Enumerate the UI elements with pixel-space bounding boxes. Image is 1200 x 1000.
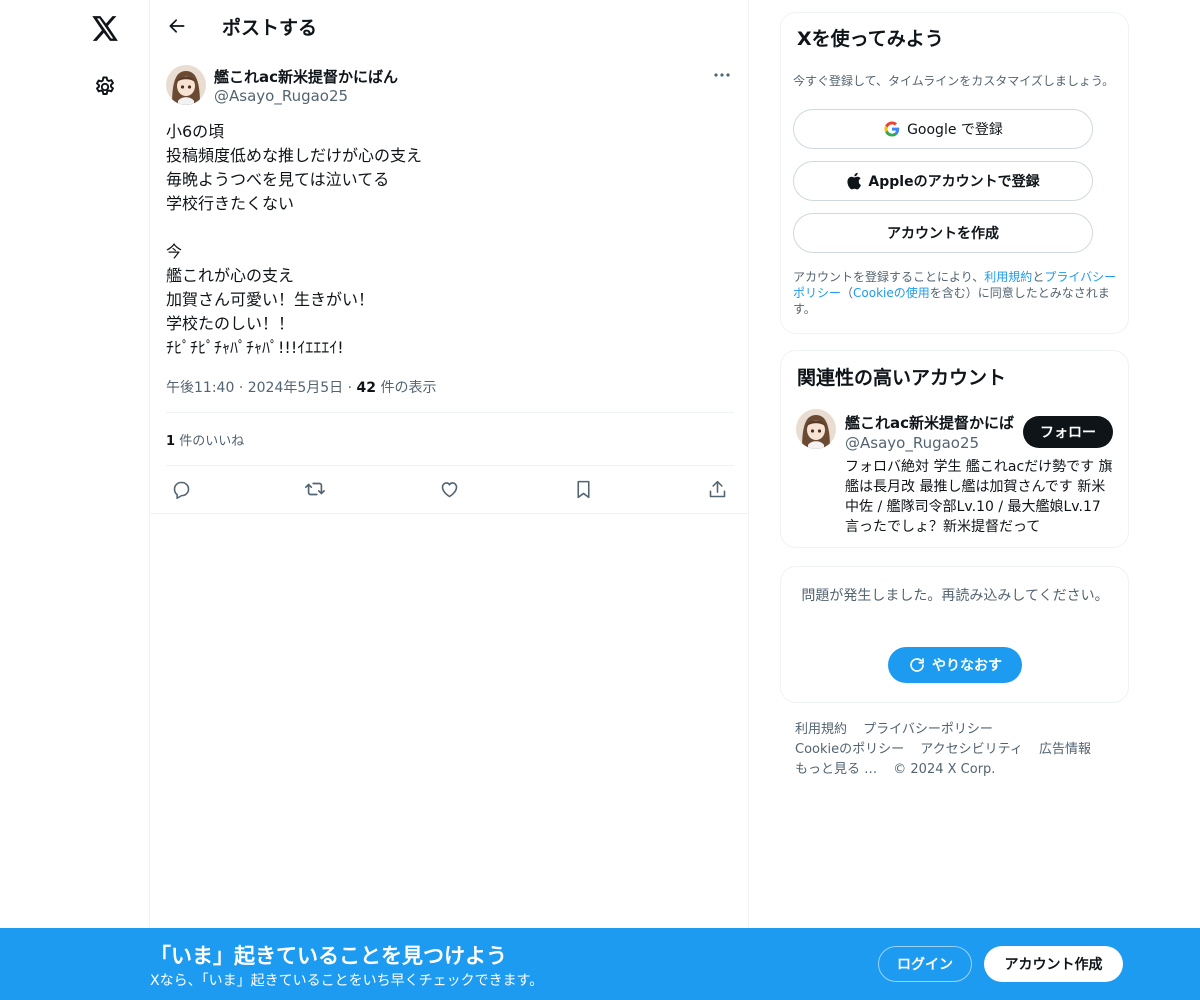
tweet-line: 小6の頃 [166,122,225,141]
follow-button[interactable]: フォロー [1023,416,1113,448]
footer-copyright: © 2024 X Corp. [893,762,996,777]
tweet-line: 学校たのしい！！ [166,314,295,333]
terms-prefix: アカウントを登録することにより、 [793,270,985,284]
gear-icon[interactable] [85,67,125,107]
footer-ads-link[interactable]: 広告情報 [1039,742,1091,757]
signup-card: Xを使ってみよう 今すぐ登録して、タイムラインをカスタマイズしましょう。 Goo… [780,12,1129,334]
cookie-link[interactable]: Cookieの使用 [853,286,930,300]
page-title: ポストする [222,17,318,39]
related-account-handle[interactable]: @Asayo_Rugao25 [845,434,979,452]
repost-icon[interactable] [300,474,330,504]
apple-icon [846,172,862,190]
avatar[interactable] [796,409,836,449]
footer-privacy-link[interactable]: プライバシーポリシー [863,722,993,737]
retry-button[interactable]: やりなおす [888,647,1022,683]
footer-links: 利用規約 プライバシーポリシー Cookieのポリシー アクセシビリティ 広告情… [795,720,1115,780]
tweet-line: 加賀さん可愛い！生きがい！ [166,290,375,309]
avatar[interactable] [166,65,206,105]
author-name[interactable]: 艦これac新米提督かにばん [214,66,398,87]
login-button[interactable]: ログイン [878,946,972,982]
tweet-text: 小6の頃 投稿頻度低めな推しだけが心の支え 毎晩ようつべを見ては泣いてる 学校行… [166,120,726,360]
x-logo-icon[interactable] [85,8,125,48]
terms-text: アカウントを登録することにより、利用規約とプライバシーポリシー（Cookieの使… [793,269,1123,317]
tweet-date[interactable]: 2024年5月5日 [248,380,343,396]
likes-count: 1 [166,434,176,449]
retry-label: やりなおす [932,658,1002,674]
heart-icon[interactable] [434,474,464,504]
terms-open: （ [841,286,854,300]
divider [166,465,734,466]
views-label: 件の表示 [380,380,437,396]
tweet-line: 学校行きたくない [166,194,295,213]
footer-cookie-link[interactable]: Cookieのポリシー [795,742,904,757]
tweet-line: ﾁﾋﾟﾁﾋﾟﾁｬﾊﾟﾁｬﾊﾟ!!!ｲｴｴｴｲ! [166,338,344,357]
tweet-line: 艦これが心の支え [166,266,295,285]
divider [150,513,749,514]
terms-and: と [1032,270,1045,284]
bookmark-icon[interactable] [568,474,598,504]
tweet-line: 毎晩ようつべを見ては泣いてる [166,170,390,189]
error-message: 問題が発生しました。再読み込みしてください。 [801,588,1109,604]
more-icon[interactable] [706,64,738,86]
apple-signup-label: Appleのアカウントで登録 [868,174,1040,190]
google-signup-button[interactable]: Google で登録 [793,109,1093,149]
page-header: ポストする [150,0,749,53]
reply-icon[interactable] [166,474,196,504]
tweet-line [166,216,726,240]
related-account-name[interactable]: 艦これac新米提督かにば [845,412,1020,433]
signup-banner: 「いま」起きていることを見つけよう Xなら、「いま」起きていることをいち早くチェ… [0,928,1200,1000]
likes-link[interactable]: 1 件のいいね [166,430,244,449]
signup-subtitle: 今すぐ登録して、タイムラインをカスタマイズしましょう。 [793,74,1115,88]
banner-subtitle: Xなら、「いま」起きていることをいち早くチェックできます。 [150,973,544,989]
signup-title: Xを使ってみよう [797,28,944,50]
divider [166,412,734,413]
author-handle[interactable]: @Asayo_Rugao25 [214,87,348,105]
footer-terms-link[interactable]: 利用規約 [795,722,847,737]
tweet-line: 投稿頻度低めな推しだけが心の支え [166,146,423,165]
terms-link[interactable]: 利用規約 [984,270,1032,284]
banner-title: 「いま」起きていることを見つけよう [150,944,507,968]
create-account-button[interactable]: アカウントを作成 [793,213,1093,253]
google-icon [883,120,901,138]
related-title: 関連性の高いアカウント [797,367,1007,389]
footer-accessibility-link[interactable]: アクセシビリティ [920,742,1023,757]
share-icon[interactable] [702,474,732,504]
main-column: ポストする 艦これac新米提督かにばん @Asayo_Rugao25 小6の頃 … [150,0,749,1000]
likes-label: 件のいいね [179,434,245,449]
tweet-time[interactable]: 午後11:40 [166,380,234,396]
signup-button[interactable]: アカウント作成 [984,946,1123,982]
back-arrow-icon[interactable] [160,9,194,43]
tweet-line: 今 [166,242,183,261]
related-account-bio: フォロバ絶対 学生 艦これacだけ勢です 旗艦は長月改 最推し艦は加賀さんです … [845,459,1113,535]
apple-signup-button[interactable]: Appleのアカウントで登録 [793,161,1093,201]
views-count: 42 [356,380,377,396]
footer-more-link[interactable]: もっと見る … [795,762,877,777]
google-signup-label: Google で登録 [907,122,1003,138]
tweet-actions [166,474,734,504]
error-card: 問題が発生しました。再読み込みしてください。 やりなおす [780,566,1129,703]
related-accounts-card: 関連性の高いアカウント 艦これac新米提督かにば @Asayo_Rugao25 … [780,350,1129,548]
tweet-meta: 午後11:40 · 2024年5月5日 · 42 件の表示 [166,380,437,396]
left-nav [0,0,150,1000]
create-account-label: アカウントを作成 [887,226,999,242]
refresh-icon [908,656,926,674]
